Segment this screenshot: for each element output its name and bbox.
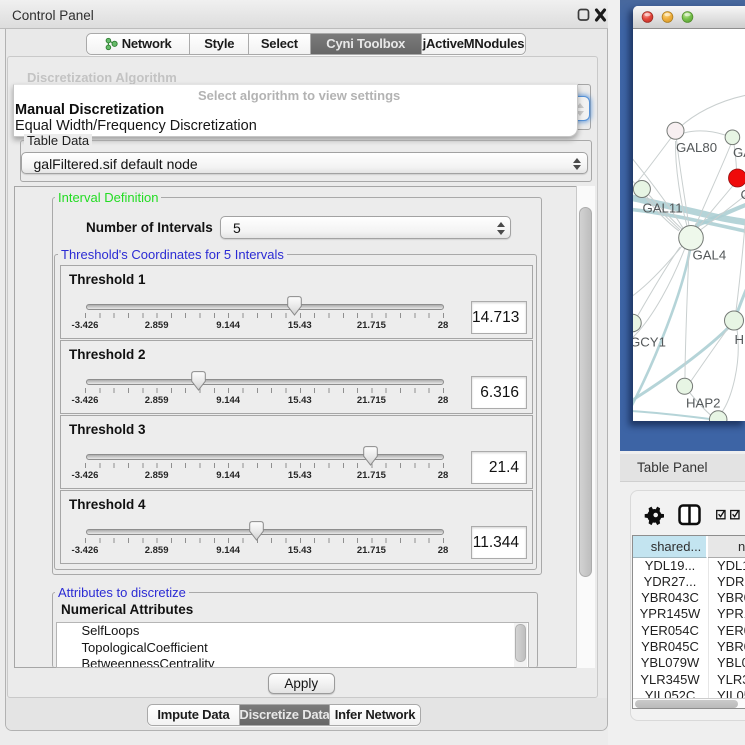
svg-text:GA: GA <box>733 145 745 160</box>
svg-text:HAP2: HAP2 <box>686 395 720 410</box>
svg-text:GAL11: GAL11 <box>643 200 683 215</box>
svg-text:C: C <box>741 187 745 202</box>
svg-text:GCY1: GCY1 <box>633 334 666 349</box>
svg-text:H: H <box>735 332 745 347</box>
svg-text:GAL80: GAL80 <box>676 140 717 155</box>
svg-text:GAL4: GAL4 <box>693 247 727 262</box>
